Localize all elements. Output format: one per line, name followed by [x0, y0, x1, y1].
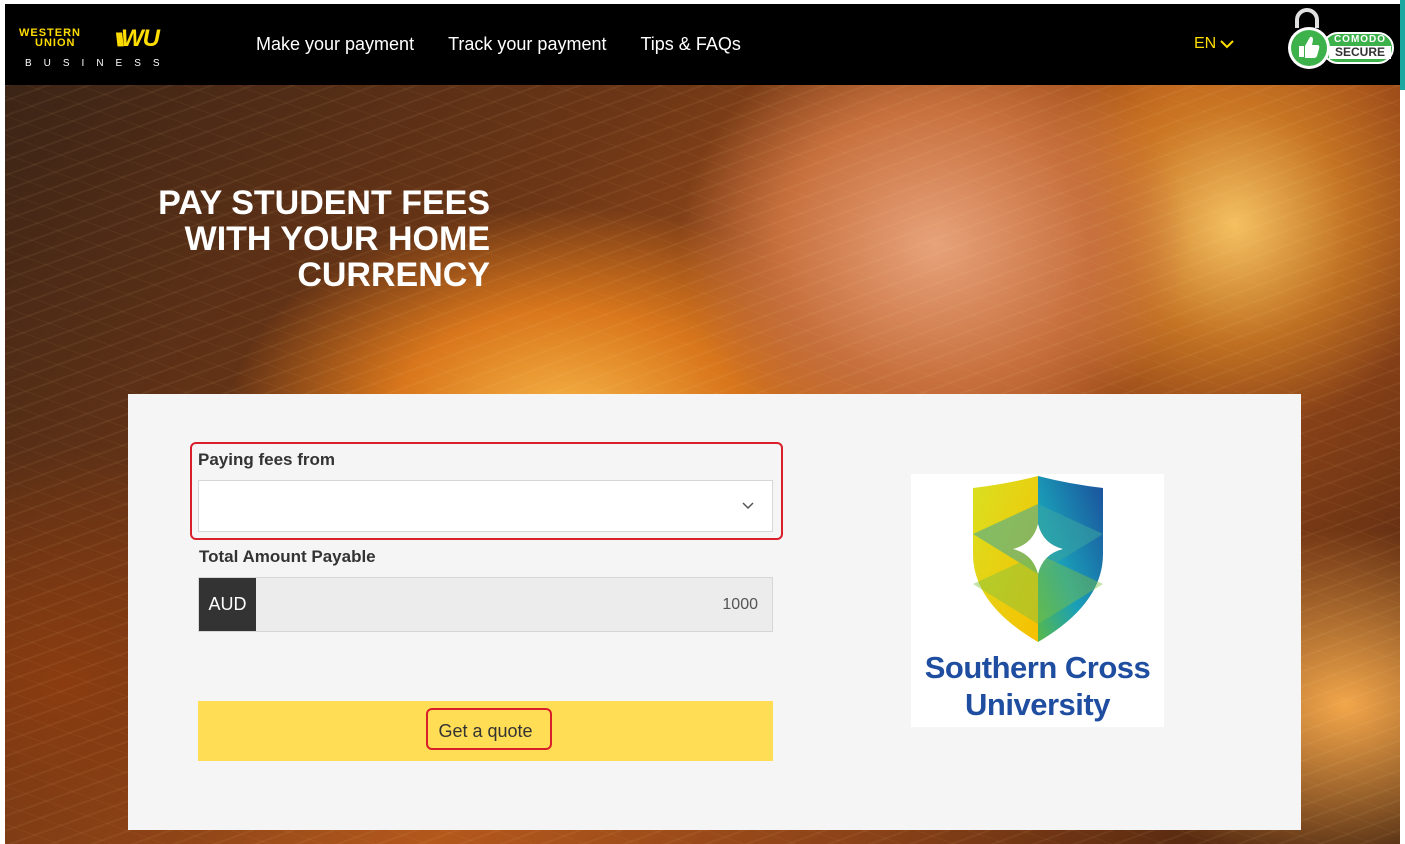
get-quote-label: Get a quote [438, 721, 533, 741]
logo-line-2: UNION [35, 37, 76, 49]
comodo-secure-badge[interactable]: COMODO SECURE [1285, 6, 1395, 72]
hero-title-line-2: WITH YOUR HOME [184, 220, 490, 258]
university-name-line-1: Southern Cross [924, 650, 1151, 685]
logo-mark-text: WU [121, 25, 160, 52]
hero-title: PAY STUDENT FEES WITH YOUR HOME CURRENCY [65, 185, 490, 293]
chevron-down-icon [1220, 40, 1234, 49]
nav-track-payment[interactable]: Track your payment [448, 33, 606, 55]
nav-tips-faqs[interactable]: Tips & FAQs [640, 33, 740, 55]
language-selector[interactable]: EN [1194, 35, 1234, 53]
hero-title-line-3: CURRENCY [297, 256, 490, 294]
amount-value: 1000 [722, 596, 758, 613]
site-header: WESTERN UNION \\\WU BUSINESS Make your p… [5, 4, 1400, 85]
logo-business-text: BUSINESS [25, 58, 172, 69]
shield-icon [973, 476, 1103, 642]
western-union-business-logo[interactable]: WESTERN UNION \\\WU BUSINESS [19, 25, 189, 72]
university-name-line-2: University [965, 687, 1110, 722]
total-amount-field[interactable]: AUD 1000 [198, 577, 773, 632]
logo-mark: \\\WU [115, 25, 160, 52]
paying-from-label: Paying fees from [198, 450, 335, 469]
hero-title-line-1: PAY STUDENT FEES [158, 184, 490, 222]
university-name: Southern Cross University [911, 649, 1164, 723]
badge-text-bottom: SECURE [1329, 46, 1391, 59]
get-quote-button[interactable]: Get a quote [198, 701, 773, 761]
chevron-down-icon [742, 502, 754, 510]
logo-wordmark: WESTERN UNION [19, 28, 81, 49]
quote-form-card: Paying fees from Total Amount Payable AU… [128, 394, 1301, 830]
paying-from-select[interactable] [198, 480, 773, 532]
language-label: EN [1194, 35, 1217, 52]
total-amount-label: Total Amount Payable [199, 547, 376, 566]
university-logo: Southern Cross University [911, 474, 1164, 727]
nav-make-payment[interactable]: Make your payment [256, 33, 414, 55]
currency-code: AUD [199, 578, 256, 631]
edge-accent [1400, 0, 1405, 90]
browser-viewport: WESTERN UNION \\\WU BUSINESS Make your p… [5, 4, 1400, 844]
badge-text-top: COMODO [1333, 34, 1387, 45]
main-nav: Make your payment Track your payment Tip… [256, 33, 775, 55]
